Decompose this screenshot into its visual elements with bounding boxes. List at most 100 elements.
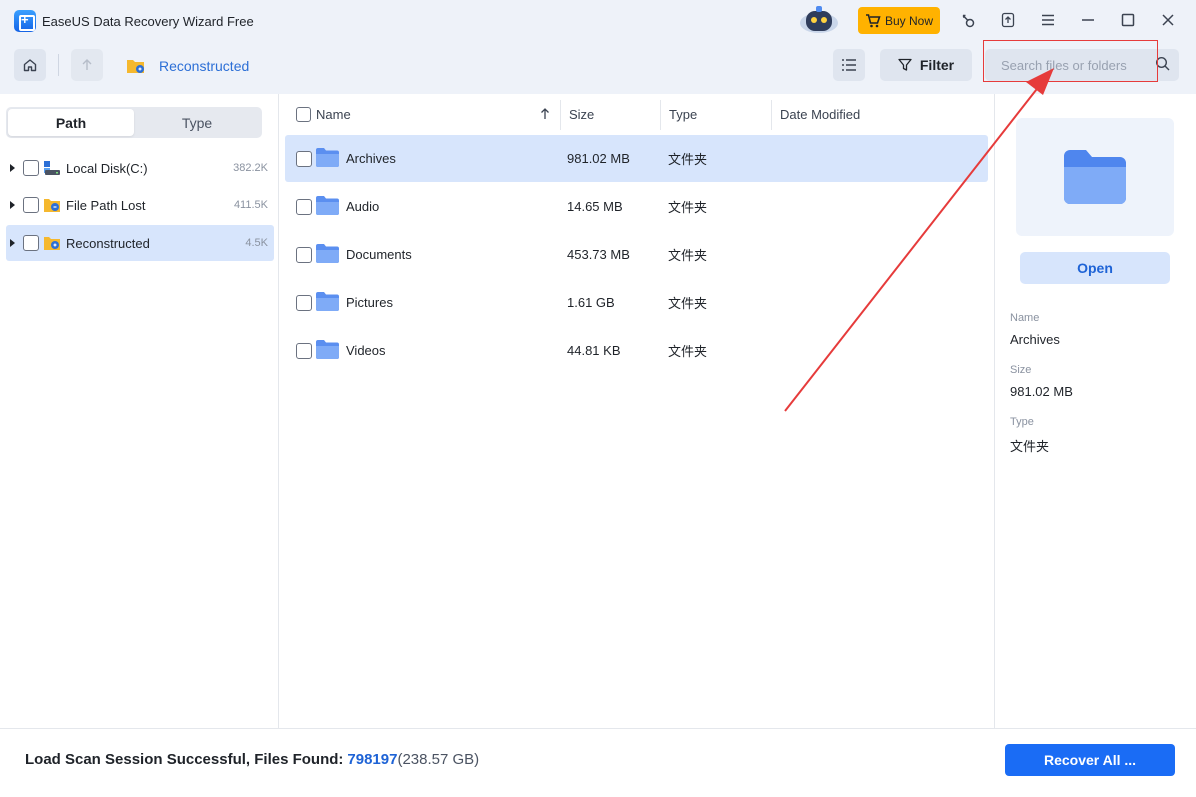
upload-icon[interactable] [996,8,1020,32]
total-size: (238.57 GB) [397,751,480,768]
row-checkbox[interactable] [296,198,312,215]
up-level-button[interactable] [71,49,103,81]
table-row[interactable]: Audio 14.65 MB 文件夹 [285,183,988,230]
tree-item-count: 411.5K [233,199,268,211]
menu-icon[interactable] [1036,8,1060,32]
folder-preview-icon [1064,150,1126,204]
open-button[interactable]: Open [1020,252,1170,284]
list-view-icon [842,59,856,71]
arrow-up-icon [82,59,92,70]
tree-item-file-path-lost[interactable]: File Path Lost 411.5K [6,187,274,223]
app-logo-icon [14,10,36,32]
folder-icon [316,148,339,167]
window-title: EaseUS Data Recovery Wizard Free [42,13,254,29]
view-mode-switch: Path Type [6,107,262,138]
detail-name-label: Name [1010,312,1040,324]
disk-icon [44,161,60,175]
key-icon[interactable] [956,8,980,32]
minimize-icon[interactable] [1076,8,1100,32]
reconstructed-folder-icon [127,60,144,73]
expand-caret-icon[interactable] [10,239,15,247]
filter-button[interactable]: Filter [880,49,972,81]
file-name: Pictures [346,295,393,310]
status-text: Load Scan Session Successful, Files Foun… [25,751,344,768]
close-icon[interactable] [1156,8,1180,32]
detail-type-label: Type [1010,416,1034,428]
recover-all-button[interactable]: Recover All ... [1005,744,1175,776]
tree-checkbox[interactable] [23,160,39,176]
column-separator [560,100,561,130]
file-size: 981.02 MB [567,151,630,166]
assistant-robot-icon[interactable] [797,3,841,35]
expand-caret-icon[interactable] [10,164,15,172]
file-type: 文件夹 [668,248,708,263]
file-type: 文件夹 [668,152,708,167]
detail-name-value: Archives [1010,332,1060,347]
detail-size-value: 981.02 MB [1010,384,1073,399]
column-separator [660,100,661,130]
detail-type-value: 文件夹 [1010,439,1050,454]
sort-ascending-icon[interactable] [540,108,550,120]
file-type: 文件夹 [668,200,708,215]
tab-path[interactable]: Path [8,109,134,136]
tree-item-label: Reconstructed [66,235,150,251]
files-found-count: 798197 [347,751,398,768]
select-all-checkbox[interactable] [296,106,311,122]
file-name: Archives [346,151,396,166]
table-row[interactable]: Archives 981.02 MB 文件夹 [285,135,988,182]
tree-checkbox[interactable] [23,235,39,251]
lost-folder-icon [44,199,60,212]
details-panel: Open Name Archives Size 981.02 MB Type 文… [996,94,1196,728]
top-bar: EaseUS Data Recovery Wizard Free Buy Now [0,0,1196,94]
search-box[interactable] [985,49,1179,81]
filter-label: Filter [919,57,955,73]
scan-status: Load Scan Session Successful, Files Foun… [25,751,479,768]
breadcrumb[interactable]: Reconstructed [126,55,249,77]
folder-icon [316,244,339,263]
file-size: 44.81 KB [567,343,621,358]
column-header-date-modified[interactable]: Date Modified [780,98,860,130]
row-checkbox[interactable] [296,342,312,359]
tree-item-reconstructed[interactable]: Reconstructed 4.5K [6,225,274,261]
file-type: 文件夹 [668,296,708,311]
tree-item-label: File Path Lost [66,197,146,213]
home-icon [23,59,37,72]
reconstructed-folder-icon [44,237,60,250]
search-input[interactable] [1001,55,1151,75]
file-name: Videos [346,343,386,358]
home-button[interactable] [14,49,46,81]
buy-now-button[interactable]: Buy Now [858,7,940,34]
filter-icon [898,58,912,71]
column-header-name[interactable]: Name [296,98,351,130]
app-window: EaseUS Data Recovery Wizard Free Buy Now [0,0,1196,797]
tab-type[interactable]: Type [134,109,260,136]
search-icon[interactable] [1155,56,1171,72]
detail-size-label: Size [1010,364,1032,376]
folder-icon [316,292,339,311]
expand-caret-icon[interactable] [10,201,15,209]
row-checkbox[interactable] [296,246,312,263]
table-row[interactable]: Pictures 1.61 GB 文件夹 [285,279,988,326]
file-name: Documents [346,247,412,262]
left-panel: Path Type Local Disk(C:) 382.2K File Pat… [0,94,279,728]
column-header-size[interactable]: Size [569,98,594,130]
tree-item-label: Local Disk(C:) [66,160,148,176]
table-row[interactable]: Documents 453.73 MB 文件夹 [285,231,988,278]
file-list-panel: Name Size Type Date Modified Archives 98… [279,94,995,728]
tree-item-local-disk[interactable]: Local Disk(C:) 382.2K [6,150,274,186]
list-view-button[interactable] [833,49,865,81]
preview-area [1016,118,1174,236]
row-checkbox[interactable] [296,150,312,167]
status-bar: Load Scan Session Successful, Files Foun… [0,728,1196,797]
buy-now-label: Buy Now [884,13,934,28]
table-row[interactable]: Videos 44.81 KB 文件夹 [285,327,988,374]
file-name: Audio [346,199,380,214]
maximize-icon[interactable] [1116,8,1140,32]
file-type: 文件夹 [668,344,708,359]
tree-checkbox[interactable] [23,197,39,213]
breadcrumb-label[interactable]: Reconstructed [159,58,249,74]
file-size: 453.73 MB [567,247,630,262]
row-checkbox[interactable] [296,294,312,311]
column-header-type[interactable]: Type [669,98,697,130]
toolbar-divider [58,54,59,76]
